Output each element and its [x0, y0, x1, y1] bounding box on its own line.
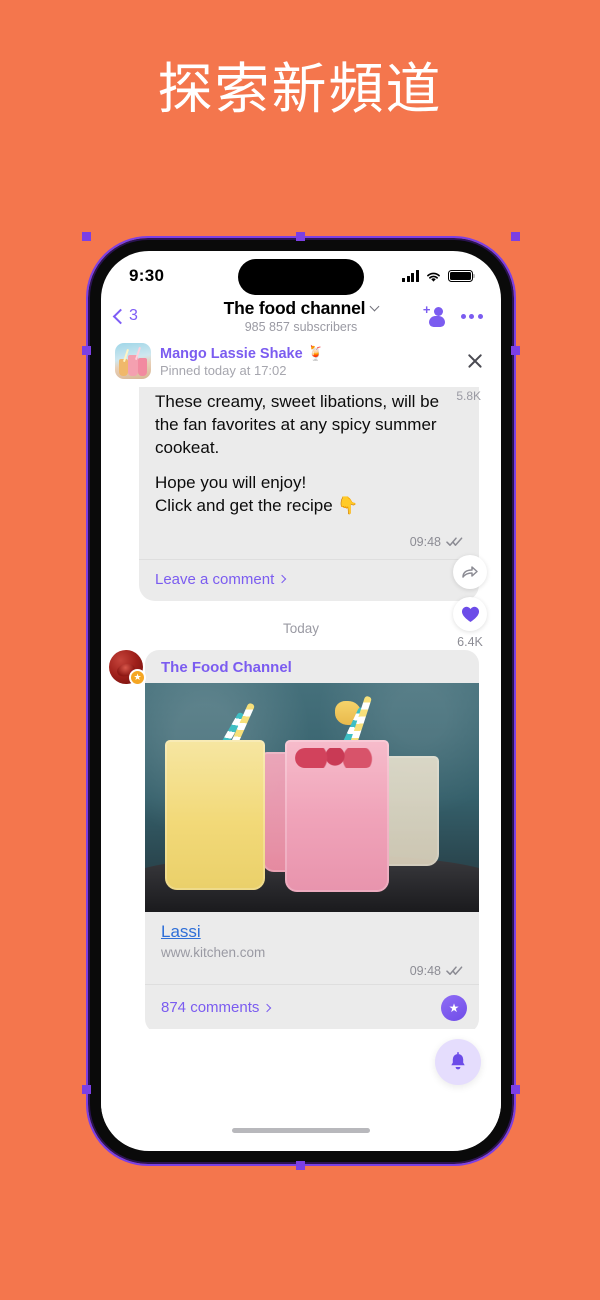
star-badge-icon: ★	[129, 668, 146, 686]
selection-handle-top-left[interactable]	[82, 232, 91, 241]
double-check-icon	[446, 536, 463, 547]
chevron-right-icon	[277, 575, 287, 584]
lassi-photo[interactable]	[145, 682, 479, 912]
add-user-icon[interactable]: +	[423, 303, 445, 327]
message-paragraph: Hope you will enjoy! Click and get the r…	[155, 473, 359, 516]
media-message-card[interactable]: The Food Channel Lassi www.kitchen.com 0…	[145, 649, 479, 1029]
message-time: 09:48	[409, 963, 441, 978]
star-avatar-icon[interactable]: ★	[441, 994, 467, 1021]
media-message-row: ★ The Food Channel Lassi www.kitchen.com…	[101, 649, 501, 1029]
selection-handle-left-upper[interactable]	[82, 346, 91, 355]
close-icon[interactable]	[465, 351, 485, 371]
selection-handle-right-lower[interactable]	[511, 1085, 520, 1094]
conversation-scroll-area[interactable]: 5.8K These creamy, sweet libations, will…	[101, 387, 501, 1029]
selection-handle-right-upper[interactable]	[511, 346, 520, 355]
pinned-message-thumbnail	[115, 343, 151, 379]
leave-comment-button[interactable]: Leave a comment	[139, 558, 479, 601]
link-url: www.kitchen.com	[161, 944, 266, 960]
share-arrow-icon[interactable]	[453, 555, 487, 589]
link-title[interactable]: Lassi	[161, 922, 201, 942]
chat-header: 3 The food channel 985 857 subscribers +	[101, 298, 501, 337]
message-view-count: 5.8K	[456, 389, 481, 403]
day-divider: Today	[282, 620, 320, 636]
message-meta: 09:48	[155, 531, 463, 551]
header-actions: +	[423, 303, 483, 327]
pinned-message-subtitle: Pinned today at 17:02	[160, 362, 287, 378]
selection-handle-top-center[interactable]	[296, 232, 305, 241]
chat-title-block[interactable]: The food channel 985 857 subscribers	[181, 298, 421, 334]
heart-count: 6.4K	[457, 635, 483, 649]
home-indicator	[232, 1128, 370, 1133]
chevron-left-icon	[112, 308, 129, 324]
heart-icon[interactable]	[453, 597, 487, 631]
cellular-signal-icon	[402, 270, 419, 282]
comments-count-label: 874 comments	[161, 999, 260, 1017]
message-time: 09:48	[409, 534, 441, 549]
channel-name: The Food Channel	[161, 658, 292, 676]
message-paragraph: These creamy, sweet libations, will be t…	[155, 392, 440, 457]
chevron-down-icon	[369, 301, 380, 312]
pinned-message-title: Mango Lassie Shake 🍹	[160, 345, 325, 362]
bottom-bar	[101, 1029, 501, 1147]
phone-screen: 9:30 3 The food channel 985 857 subscrib…	[101, 251, 501, 1151]
phone-device-mockup: 9:30 3 The food channel 985 857 subscrib…	[90, 240, 512, 1162]
text-message-bubble[interactable]: These creamy, sweet libations, will be t…	[139, 387, 479, 601]
avatar[interactable]: ★	[109, 649, 146, 686]
message-meta: 09:48	[161, 960, 463, 980]
subscriber-count: 985 857 subscribers	[244, 320, 358, 334]
status-time: 9:30	[129, 266, 165, 285]
status-bar: 9:30	[101, 251, 501, 301]
reactions-rail: 6.4K	[453, 555, 487, 649]
dynamic-island	[238, 259, 364, 295]
back-unread-count: 3	[129, 307, 138, 324]
link-preview[interactable]: Lassi www.kitchen.com 09:48	[145, 912, 479, 984]
pinned-message-bar[interactable]: Mango Lassie Shake 🍹 Pinned today at 17:…	[101, 337, 501, 387]
wifi-icon	[427, 272, 440, 282]
pinned-message-text: Mango Lassie Shake 🍹 Pinned today at 17:…	[160, 345, 456, 378]
leave-comment-label: Leave a comment	[155, 570, 275, 588]
back-button[interactable]: 3	[112, 307, 138, 325]
page-title: 探索新頻道	[157, 57, 443, 121]
battery-full-icon	[448, 269, 476, 283]
chevron-right-icon	[263, 1003, 272, 1013]
selection-handle-left-lower[interactable]	[82, 1085, 91, 1094]
chat-title: The food channel	[223, 298, 366, 318]
status-indicators	[402, 269, 476, 283]
double-check-icon	[446, 965, 463, 976]
selection-handle-bottom-center[interactable]	[296, 1161, 305, 1170]
more-options-icon[interactable]	[460, 313, 483, 319]
comments-bar[interactable]: 874 comments ★	[145, 983, 479, 1029]
notification-bell-icon[interactable]	[435, 1039, 481, 1085]
selection-handle-top-right[interactable]	[511, 232, 520, 241]
